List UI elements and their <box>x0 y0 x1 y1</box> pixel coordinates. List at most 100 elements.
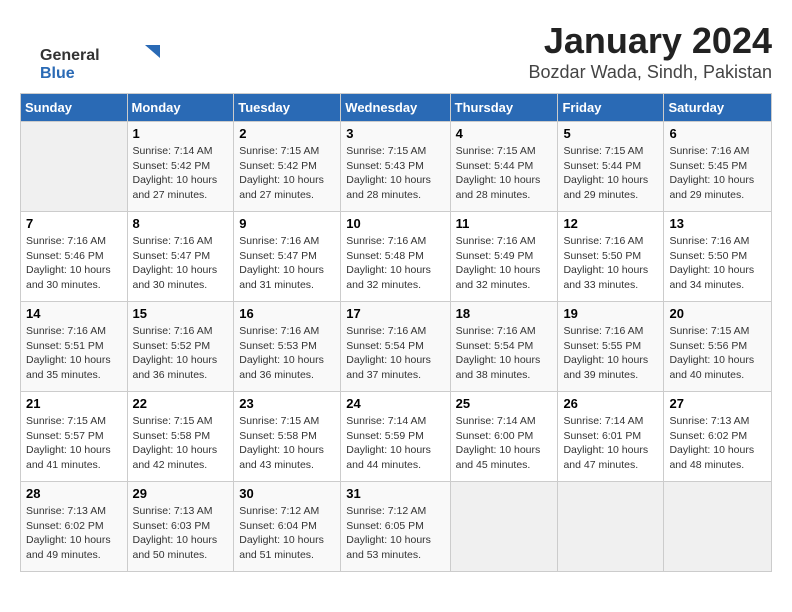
day-info: Sunrise: 7:15 AMSunset: 5:44 PMDaylight:… <box>563 144 658 203</box>
day-info: Sunrise: 7:12 AMSunset: 6:05 PMDaylight:… <box>346 504 444 563</box>
weekday-header-thursday: Thursday <box>450 94 558 122</box>
day-info: Sunrise: 7:12 AMSunset: 6:04 PMDaylight:… <box>239 504 335 563</box>
day-info: Sunrise: 7:16 AMSunset: 5:54 PMDaylight:… <box>346 324 444 383</box>
day-info: Sunrise: 7:16 AMSunset: 5:45 PMDaylight:… <box>669 144 766 203</box>
day-info: Sunrise: 7:16 AMSunset: 5:52 PMDaylight:… <box>133 324 229 383</box>
logo: General Blue <box>40 40 160 90</box>
day-number: 15 <box>133 306 229 321</box>
day-info: Sunrise: 7:15 AMSunset: 5:58 PMDaylight:… <box>133 414 229 473</box>
calendar-cell: 23 Sunrise: 7:15 AMSunset: 5:58 PMDayligh… <box>234 392 341 482</box>
calendar-cell: 28 Sunrise: 7:13 AMSunset: 6:02 PMDayligh… <box>21 482 128 572</box>
day-number: 8 <box>133 216 229 231</box>
day-info: Sunrise: 7:15 AMSunset: 5:42 PMDaylight:… <box>239 144 335 203</box>
calendar-cell: 13 Sunrise: 7:16 AMSunset: 5:50 PMDayligh… <box>664 212 772 302</box>
week-row-3: 14 Sunrise: 7:16 AMSunset: 5:51 PMDayligh… <box>21 302 772 392</box>
calendar-cell: 30 Sunrise: 7:12 AMSunset: 6:04 PMDayligh… <box>234 482 341 572</box>
weekday-header-friday: Friday <box>558 94 664 122</box>
day-info: Sunrise: 7:14 AMSunset: 6:00 PMDaylight:… <box>456 414 553 473</box>
day-info: Sunrise: 7:16 AMSunset: 5:48 PMDaylight:… <box>346 234 444 293</box>
day-info: Sunrise: 7:16 AMSunset: 5:50 PMDaylight:… <box>669 234 766 293</box>
calendar-cell: 11 Sunrise: 7:16 AMSunset: 5:49 PMDayligh… <box>450 212 558 302</box>
calendar-cell: 21 Sunrise: 7:15 AMSunset: 5:57 PMDayligh… <box>21 392 128 482</box>
calendar-cell: 2 Sunrise: 7:15 AMSunset: 5:42 PMDaylight… <box>234 122 341 212</box>
day-number: 13 <box>669 216 766 231</box>
week-row-1: 1Sunrise: 7:14 AMSunset: 5:42 PMDaylight… <box>21 122 772 212</box>
calendar-cell: 22Sunrise: 7:15 AMSunset: 5:58 PMDayligh… <box>127 392 234 482</box>
calendar-cell: 6 Sunrise: 7:16 AMSunset: 5:45 PMDaylight… <box>664 122 772 212</box>
day-number: 3 <box>346 126 444 141</box>
calendar-cell: 4 Sunrise: 7:15 AMSunset: 5:44 PMDaylight… <box>450 122 558 212</box>
calendar-cell: 10 Sunrise: 7:16 AMSunset: 5:48 PMDayligh… <box>341 212 450 302</box>
day-number: 10 <box>346 216 444 231</box>
weekday-header-tuesday: Tuesday <box>234 94 341 122</box>
calendar-cell <box>450 482 558 572</box>
calendar-cell: 19 Sunrise: 7:16 AMSunset: 5:55 PMDayligh… <box>558 302 664 392</box>
calendar-cell: 18 Sunrise: 7:16 AMSunset: 5:54 PMDayligh… <box>450 302 558 392</box>
calendar-cell: 5 Sunrise: 7:15 AMSunset: 5:44 PMDaylight… <box>558 122 664 212</box>
day-info: Sunrise: 7:13 AMSunset: 6:02 PMDaylight:… <box>669 414 766 473</box>
week-row-4: 21 Sunrise: 7:15 AMSunset: 5:57 PMDayligh… <box>21 392 772 482</box>
day-info: Sunrise: 7:16 AMSunset: 5:47 PMDaylight:… <box>239 234 335 293</box>
calendar-cell: 15 Sunrise: 7:16 AMSunset: 5:52 PMDayligh… <box>127 302 234 392</box>
day-info: Sunrise: 7:16 AMSunset: 5:51 PMDaylight:… <box>26 324 122 383</box>
day-number: 23 <box>239 396 335 411</box>
page-wrapper: General Blue January 2024 Bozdar Wada, S… <box>20 20 772 572</box>
day-number: 14 <box>26 306 122 321</box>
weekday-header-saturday: Saturday <box>664 94 772 122</box>
day-info: Sunrise: 7:16 AMSunset: 5:47 PMDaylight:… <box>133 234 229 293</box>
day-number: 31 <box>346 486 444 501</box>
calendar-cell: 27Sunrise: 7:13 AMSunset: 6:02 PMDayligh… <box>664 392 772 482</box>
day-number: 19 <box>563 306 658 321</box>
calendar-cell <box>664 482 772 572</box>
week-row-2: 7Sunrise: 7:16 AMSunset: 5:46 PMDaylight… <box>21 212 772 302</box>
day-number: 18 <box>456 306 553 321</box>
day-number: 4 <box>456 126 553 141</box>
svg-text:Blue: Blue <box>40 65 75 82</box>
calendar-cell: 16Sunrise: 7:16 AMSunset: 5:53 PMDayligh… <box>234 302 341 392</box>
day-number: 30 <box>239 486 335 501</box>
day-info: Sunrise: 7:15 AMSunset: 5:58 PMDaylight:… <box>239 414 335 473</box>
calendar-cell: 17 Sunrise: 7:16 AMSunset: 5:54 PMDayligh… <box>341 302 450 392</box>
day-info: Sunrise: 7:16 AMSunset: 5:55 PMDaylight:… <box>563 324 658 383</box>
day-info: Sunrise: 7:16 AMSunset: 5:54 PMDaylight:… <box>456 324 553 383</box>
calendar-cell: 14 Sunrise: 7:16 AMSunset: 5:51 PMDayligh… <box>21 302 128 392</box>
calendar-cell: 8 Sunrise: 7:16 AMSunset: 5:47 PMDaylight… <box>127 212 234 302</box>
weekday-header-monday: Monday <box>127 94 234 122</box>
calendar-table: SundayMondayTuesdayWednesdayThursdayFrid… <box>20 93 772 572</box>
day-info: Sunrise: 7:14 AMSunset: 5:59 PMDaylight:… <box>346 414 444 473</box>
day-number: 25 <box>456 396 553 411</box>
day-number: 16 <box>239 306 335 321</box>
day-info: Sunrise: 7:13 AMSunset: 6:02 PMDaylight:… <box>26 504 122 563</box>
day-number: 5 <box>563 126 658 141</box>
week-row-5: 28 Sunrise: 7:13 AMSunset: 6:02 PMDayligh… <box>21 482 772 572</box>
calendar-cell <box>21 122 128 212</box>
weekday-header-row: SundayMondayTuesdayWednesdayThursdayFrid… <box>21 94 772 122</box>
calendar-cell: 29Sunrise: 7:13 AMSunset: 6:03 PMDayligh… <box>127 482 234 572</box>
day-number: 21 <box>26 396 122 411</box>
day-number: 7 <box>26 216 122 231</box>
day-number: 1 <box>133 126 229 141</box>
day-number: 2 <box>239 126 335 141</box>
day-number: 29 <box>133 486 229 501</box>
day-number: 11 <box>456 216 553 231</box>
day-number: 28 <box>26 486 122 501</box>
day-info: Sunrise: 7:16 AMSunset: 5:49 PMDaylight:… <box>456 234 553 293</box>
day-number: 17 <box>346 306 444 321</box>
calendar-cell: 1Sunrise: 7:14 AMSunset: 5:42 PMDaylight… <box>127 122 234 212</box>
day-info: Sunrise: 7:14 AMSunset: 6:01 PMDaylight:… <box>563 414 658 473</box>
calendar-cell: 20Sunrise: 7:15 AMSunset: 5:56 PMDayligh… <box>664 302 772 392</box>
day-number: 20 <box>669 306 766 321</box>
calendar-cell: 9Sunrise: 7:16 AMSunset: 5:47 PMDaylight… <box>234 212 341 302</box>
day-number: 26 <box>563 396 658 411</box>
calendar-cell: 26 Sunrise: 7:14 AMSunset: 6:01 PMDayligh… <box>558 392 664 482</box>
weekday-header-wednesday: Wednesday <box>341 94 450 122</box>
calendar-cell <box>558 482 664 572</box>
day-number: 24 <box>346 396 444 411</box>
day-number: 6 <box>669 126 766 141</box>
day-info: Sunrise: 7:15 AMSunset: 5:44 PMDaylight:… <box>456 144 553 203</box>
calendar-cell: 24 Sunrise: 7:14 AMSunset: 5:59 PMDayligh… <box>341 392 450 482</box>
svg-text:General: General <box>40 47 100 64</box>
weekday-header-sunday: Sunday <box>21 94 128 122</box>
day-info: Sunrise: 7:15 AMSunset: 5:57 PMDaylight:… <box>26 414 122 473</box>
day-number: 12 <box>563 216 658 231</box>
